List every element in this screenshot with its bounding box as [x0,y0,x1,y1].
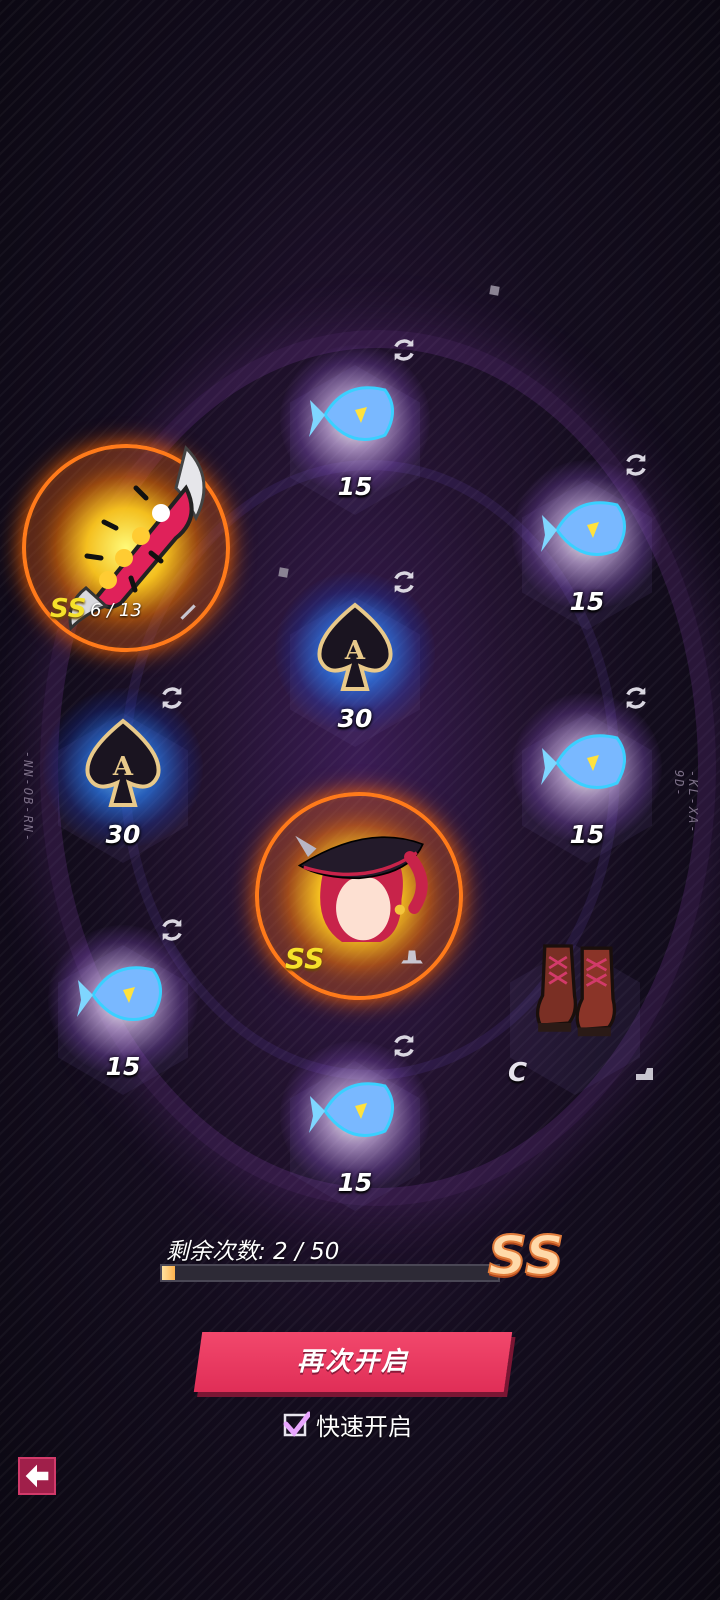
reward-quantity: 15 [569,820,605,849]
reward-quantity: 30 [105,820,141,849]
refresh-icon[interactable] [390,1032,418,1060]
svg-text:A: A [112,752,134,782]
boots-slot-icon [636,1068,653,1080]
featured-hat-grade: SS [285,942,325,975]
side-code-right: -KL-XA-9D- [672,770,700,835]
reward-cell-top-center[interactable]: 15 [270,339,440,540]
back-button[interactable] [18,1457,56,1495]
refresh-icon[interactable] [158,916,186,944]
reward-quantity: 15 [105,1052,141,1081]
refresh-icon[interactable] [622,451,650,479]
fish-token-icon [77,966,162,1021]
fast-open-toggle[interactable]: 快速开启 [282,1404,412,1444]
svg-text:A: A [344,636,366,666]
refresh-icon[interactable] [158,684,186,712]
refresh-icon[interactable] [622,684,650,712]
open-again-button[interactable]: 再次开启 [193,1332,513,1392]
fish-token-icon [541,501,626,556]
side-code-left: -NN-OB-RN- [21,750,36,844]
reward-cell-left-middle[interactable]: A 30 [38,687,208,888]
fish-token-icon [541,734,626,789]
spade-ace-card-icon: A [85,718,161,807]
reward-cell-right-middle[interactable]: 15 [502,687,672,888]
hat-slot-icon [401,950,423,964]
featured-weapon-grade: SS [50,594,87,624]
remaining-attempts-label: 剩余次数: 2 / 50 [166,1239,340,1265]
back-arrow-icon [25,1464,49,1488]
reward-cell-bottom-center[interactable]: 15 [270,1035,440,1236]
featured-item-weapon[interactable]: SS 6 / 13 [22,444,230,652]
reward-cell-lower-right[interactable]: C [490,920,660,1120]
fish-token-icon [309,1082,394,1137]
featured-item-hat[interactable]: SS [255,792,463,1000]
weapon-slot-icon [180,604,196,620]
gacha-result-screen: -NN-OB-RN- -KL-XA-9D- SS 6 / 13 SS 15 15… [0,0,720,1600]
featured-weapon-count: 6 / 13 [90,600,142,621]
reward-quantity: 15 [337,472,373,501]
brown-laced-boots-icon [535,944,617,1037]
reward-quantity: 15 [337,1168,373,1197]
open-again-label: 再次开启 [296,1347,409,1377]
fish-token-icon [309,386,394,441]
decor-square [489,285,500,296]
spade-ace-card-icon: A [317,602,393,691]
checkbox-checked-icon[interactable] [282,1410,310,1438]
reward-cell-upper-right[interactable]: 15 [502,454,672,655]
target-grade-badge: SS [487,1223,565,1288]
refresh-icon[interactable] [390,568,418,596]
reward-quantity: 15 [569,587,605,616]
reward-quantity: 30 [337,704,373,733]
reward-cell-lower-left[interactable]: 15 [38,919,208,1120]
reward-cell-center[interactable]: A 30 [270,571,440,772]
boots-grade: C [508,1058,528,1088]
fast-open-label: 快速开启 [316,1412,412,1441]
progress-bar-fill [162,1266,176,1280]
progress-bar [160,1264,500,1282]
refresh-icon[interactable] [390,336,418,364]
